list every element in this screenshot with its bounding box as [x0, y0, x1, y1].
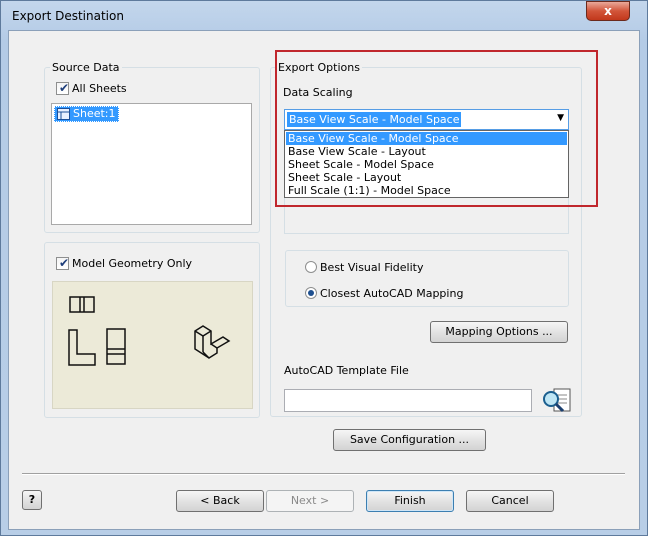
check-icon: ✔ — [59, 256, 70, 270]
back-button[interactable]: < Back — [176, 490, 264, 512]
radio-selected-icon — [308, 290, 314, 296]
browse-file-glyph — [543, 388, 571, 413]
footer-separator — [22, 473, 625, 475]
window-title: Export Destination — [12, 9, 124, 23]
all-sheets-label: All Sheets — [72, 82, 127, 95]
list-item-sheet-1[interactable]: Sheet:1 — [54, 106, 119, 122]
save-configuration-button[interactable]: Save Configuration ... — [333, 429, 486, 451]
model-geometry-label: Model Geometry Only — [72, 257, 193, 270]
autocad-template-label: AutoCAD Template File — [284, 364, 409, 377]
mapping-options-button[interactable]: Mapping Options ... — [430, 321, 568, 343]
close-icon: x — [604, 4, 612, 18]
drawing-views-icon — [68, 296, 231, 366]
browse-file-icon[interactable] — [540, 387, 574, 415]
close-button[interactable]: x — [586, 1, 630, 21]
sheet-icon — [57, 108, 70, 120]
closest-autocad-mapping-label: Closest AutoCAD Mapping — [320, 287, 464, 300]
autocad-template-input[interactable] — [284, 389, 532, 412]
finish-button[interactable]: Finish — [366, 490, 454, 512]
drawing-preview — [52, 281, 253, 409]
best-visual-fidelity-radio[interactable] — [305, 261, 317, 273]
source-data-label: Source Data — [50, 61, 122, 74]
help-icon: ? — [28, 493, 36, 506]
annotation-highlight-box — [275, 50, 598, 207]
sheet-item-label: Sheet:1 — [73, 107, 116, 120]
best-visual-fidelity-label: Best Visual Fidelity — [320, 261, 424, 274]
sheets-listbox[interactable]: Sheet:1 — [51, 103, 252, 225]
title-bar[interactable]: Export Destination x — [0, 0, 648, 32]
check-icon: ✔ — [59, 81, 70, 95]
help-button[interactable]: ? — [22, 490, 42, 510]
next-button[interactable]: Next > — [266, 490, 354, 512]
all-sheets-checkbox[interactable]: ✔ — [56, 81, 70, 95]
cancel-button[interactable]: Cancel — [466, 490, 554, 512]
model-geometry-checkbox[interactable]: ✔ — [56, 256, 70, 270]
closest-autocad-mapping-radio[interactable] — [305, 287, 317, 299]
